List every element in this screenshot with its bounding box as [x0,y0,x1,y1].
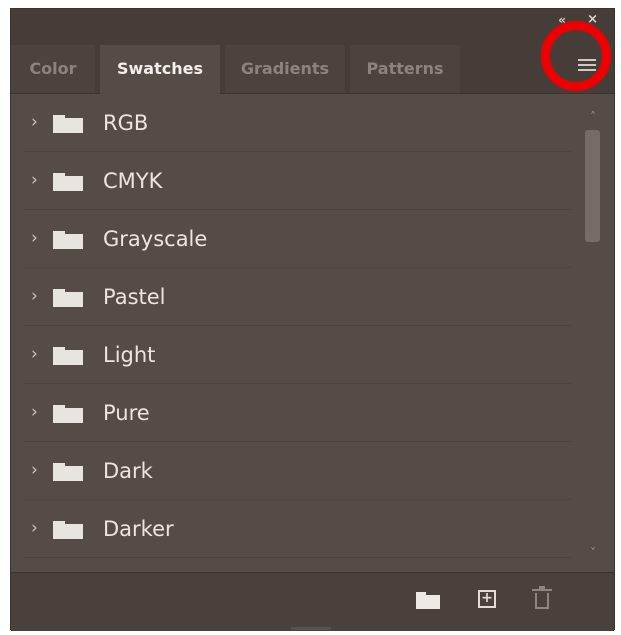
swatch-group-label: Pure [103,401,150,425]
tab-color[interactable]: Color [11,45,95,93]
swatch-group-label: Pastel [103,285,166,309]
tab-label: Color [29,59,77,78]
tab-gradients[interactable]: Gradients [225,45,345,93]
trash-icon[interactable] [532,586,552,609]
new-swatch-icon[interactable]: + [478,590,496,608]
swatch-group-label: Grayscale [103,227,208,251]
chevron-right-icon[interactable]: › [31,170,38,190]
list-item[interactable]: › Pure [23,384,571,442]
tab-label: Gradients [240,59,330,78]
list-item[interactable]: › Darker [23,500,571,558]
folder-icon [53,405,83,423]
swatch-group-label: Light [103,343,156,367]
list-item[interactable]: › Dark [23,442,571,500]
folder-icon [53,347,83,365]
folder-icon [53,173,83,191]
chevron-down-icon[interactable]: ˅ [586,547,600,559]
tab-patterns[interactable]: Patterns [350,45,460,93]
swatch-group-label: RGB [103,111,149,135]
chevron-right-icon[interactable]: › [31,402,38,422]
new-group-folder-icon[interactable] [416,592,440,609]
resize-grip[interactable] [291,627,331,630]
vertical-scrollbar[interactable]: ˄ ˅ [582,94,604,572]
list-item[interactable]: › RGB [23,94,571,152]
chevron-right-icon[interactable]: › [31,518,38,538]
tab-label: Patterns [366,59,444,78]
list-item[interactable]: › Pastel [23,268,571,326]
chevron-up-icon[interactable]: ˄ [586,111,600,123]
chevron-right-icon[interactable]: › [31,112,38,132]
tab-label: Swatches [117,59,203,78]
swatches-panel: ‹‹ × Color Swatches Gradients Patterns ›… [10,8,615,631]
swatch-group-label: Darker [103,517,174,541]
tab-bar: Color Swatches Gradients Patterns [11,35,614,94]
folder-icon [53,115,83,133]
scrollbar-thumb[interactable] [585,130,600,242]
tab-swatches[interactable]: Swatches [100,45,220,94]
list-item[interactable]: › CMYK [23,152,571,210]
folder-icon [53,289,83,307]
list-item[interactable]: › Grayscale [23,210,571,268]
panel-footer: + [11,572,614,631]
panel-title-strip: ‹‹ × [11,9,614,35]
swatch-group-list: › RGB › CMYK › Grayscale › Pastel › Ligh… [11,94,614,572]
folder-icon [53,231,83,249]
chevron-right-icon[interactable]: › [31,228,38,248]
highlight-annotation-circle [541,21,611,91]
list-item[interactable]: › Light [23,326,571,384]
chevron-right-icon[interactable]: › [31,286,38,306]
swatch-group-label: CMYK [103,169,163,193]
swatch-group-label: Dark [103,459,153,483]
chevron-right-icon[interactable]: › [31,344,38,364]
folder-icon [53,521,83,539]
folder-icon [53,463,83,481]
chevron-right-icon[interactable]: › [31,460,38,480]
